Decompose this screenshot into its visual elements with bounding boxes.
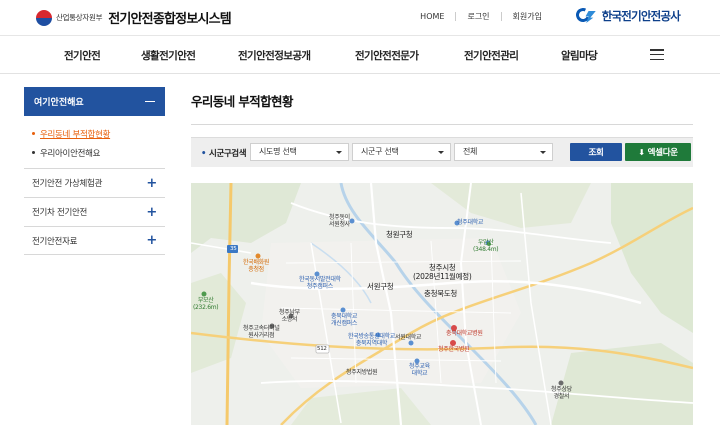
sidebar-item-ev-safety[interactable]: 전기차 전기안전 + xyxy=(24,197,165,226)
nav-safety-management[interactable]: 전기안전관리 xyxy=(464,48,519,63)
map-label: 서원대학교 xyxy=(395,334,422,341)
sidebar-item-safety-materials[interactable]: 전기안전자료 + xyxy=(24,226,165,255)
excel-download-label: 엑셀다운 xyxy=(647,148,678,158)
sidebar-item-label: 전기안전자료 xyxy=(32,236,78,247)
map-label: 청주한국병원 xyxy=(438,346,470,353)
nav-living-safety[interactable]: 생활전기안전 xyxy=(141,48,196,63)
taegeuk-icon xyxy=(36,9,52,26)
divider xyxy=(191,124,693,125)
nav-safety-expert[interactable]: 전기안전전문가 xyxy=(355,48,419,63)
map-label: 청주남부 소방서 xyxy=(279,309,300,323)
search-bar: 시군구검색 시도명 선택 시군구 선택 전체 조회 ⬇ 엑셀다운 xyxy=(191,137,693,167)
login-link[interactable]: 로그인 xyxy=(467,11,489,22)
page-title: 우리동네 부적합현황 xyxy=(191,94,293,109)
sidebar-item-child-safety[interactable]: 우리아이안전해요 xyxy=(32,143,165,162)
map-label: 청주상당 경찰서 xyxy=(551,386,572,400)
map-label: 부모산 (232.6m) xyxy=(193,297,219,311)
map-label: 충북대학교병원 xyxy=(446,330,483,337)
divider xyxy=(455,12,457,21)
site-logo[interactable]: 산업통상자원부 전기안전종합정보시스템 xyxy=(36,8,232,27)
map-label: 청주대학교 xyxy=(457,219,484,226)
route-number: 35 xyxy=(230,246,237,252)
map-label: 한국배화원 충청점 xyxy=(243,259,270,273)
map-label: 청주동이 서원청사 xyxy=(329,214,350,228)
signup-link[interactable]: 회원가입 xyxy=(513,11,542,22)
kesco-logo-icon xyxy=(573,6,598,26)
map-label: 우암산 (348.4m) xyxy=(473,239,499,253)
map-label: 서원구청 xyxy=(367,282,394,291)
collapse-icon[interactable] xyxy=(145,100,155,103)
search-label: 시군구검색 xyxy=(201,147,247,159)
map-label: 청주시청 (2028년11월예정) xyxy=(413,263,472,281)
map-label: 청주지방법원 xyxy=(346,369,378,376)
home-link[interactable]: HOME xyxy=(420,12,444,21)
nav-notice[interactable]: 알림마당 xyxy=(561,48,598,63)
route-number: 512 xyxy=(317,346,327,352)
expand-icon[interactable]: + xyxy=(146,234,157,247)
map-label: 한국방송통신대학교 충북지역대학 xyxy=(348,333,395,347)
main-navigation: 전기안전 생활전기안전 전기안전정보공개 전기안전전문가 전기안전관리 알림마당 xyxy=(0,36,720,74)
sidebar-item-label: 전기안전 가상체험관 xyxy=(32,179,103,189)
sidebar-title: 여기안전해요 xyxy=(34,98,84,108)
sidebar-item-neighborhood-status[interactable]: 우리동네 부적합현황 xyxy=(32,124,165,143)
org-logo[interactable]: 한국전기안전공사 xyxy=(573,6,681,26)
map-base xyxy=(191,183,693,425)
download-icon: ⬇ xyxy=(638,147,645,157)
divider xyxy=(500,12,502,21)
map-label: 한국동서발전대학 청주캠퍼스 xyxy=(299,276,341,290)
map-label: 청원구청 xyxy=(386,230,413,239)
nav-safety-disclosure[interactable]: 전기안전정보공개 xyxy=(238,48,311,63)
sido-select[interactable]: 시도명 선택 xyxy=(250,143,349,161)
ministry-name: 산업통상자원부 xyxy=(56,13,103,22)
map-label: 청주고속터미널 원사거리점 xyxy=(243,325,280,339)
menu-icon[interactable] xyxy=(650,49,664,61)
map-label: 충청북도청 xyxy=(424,289,457,298)
sidebar-item-virtual-experience[interactable]: 전기안전 가상체험관 + xyxy=(24,168,165,197)
org-name: 한국전기안전공사 xyxy=(601,9,681,23)
top-bar: 산업통상자원부 전기안전종합정보시스템 HOME 로그인 회원가입 한국전기안전… xyxy=(0,0,720,36)
search-button[interactable]: 조회 xyxy=(570,143,622,161)
sidebar: 여기안전해요 우리동네 부적합현황 우리아이안전해요 전기안전 가상체험관 + … xyxy=(24,87,165,255)
utility-links: HOME 로그인 회원가입 xyxy=(420,11,542,22)
nav-electrical-safety[interactable]: 전기안전 xyxy=(64,48,101,63)
site-title[interactable]: 전기안전종합정보시스템 xyxy=(108,8,232,27)
expand-icon[interactable]: + xyxy=(146,177,157,190)
sidebar-submenu: 우리동네 부적합현황 우리아이안전해요 xyxy=(24,116,165,168)
excel-download-button[interactable]: ⬇ 엑셀다운 xyxy=(625,143,691,161)
sidebar-item-label: 전기차 전기안전 xyxy=(32,208,88,218)
sidebar-header[interactable]: 여기안전해요 xyxy=(24,87,165,116)
sigungu-select[interactable]: 시군구 선택 xyxy=(352,143,451,161)
map-label: 충북대학교 개신캠퍼스 xyxy=(331,313,358,327)
map-label: 청주교육 대학교 xyxy=(409,363,430,377)
map-view[interactable]: 35 512 청주동이 서원청사 청원구청 청주대학교 우암산 (348.4m) 청… xyxy=(191,183,693,425)
type-select[interactable]: 전체 xyxy=(454,143,553,161)
expand-icon[interactable]: + xyxy=(146,206,157,219)
